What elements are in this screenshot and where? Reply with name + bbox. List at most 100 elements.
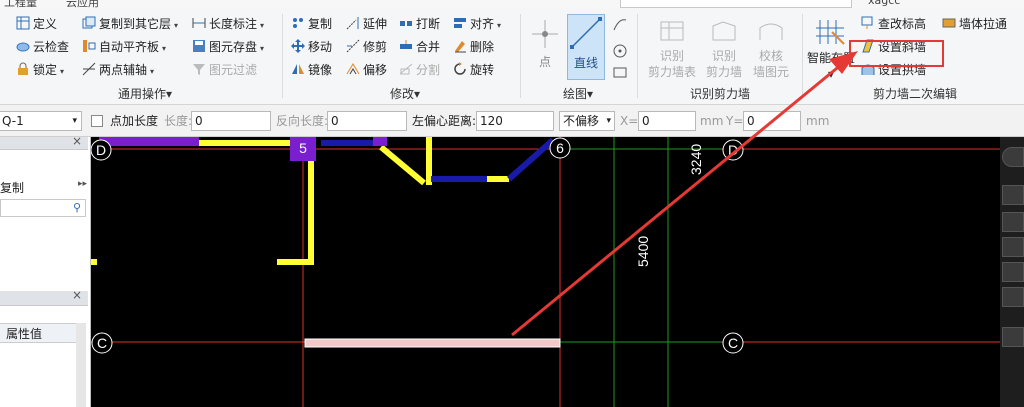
draw-point-button[interactable]: 点: [528, 16, 562, 70]
view-button[interactable]: [1002, 262, 1024, 282]
wall-segment[interactable]: [91, 259, 97, 265]
group-label-modify[interactable]: 修改▾: [360, 86, 450, 102]
group-label-edit2: 剪力墙二次编辑: [872, 87, 957, 101]
search-icon[interactable]: ⚲: [73, 201, 81, 214]
scrollbar[interactable]: [76, 323, 86, 407]
reverse-length-input[interactable]: 0: [327, 111, 407, 131]
group-label-common[interactable]: 通用操作▾: [60, 86, 230, 102]
offset-mode-select[interactable]: 不偏移 ▾: [559, 111, 615, 131]
property-header: 属性值: [0, 323, 76, 343]
merge-button[interactable]: 合并: [399, 37, 440, 57]
cloud-check-button[interactable]: 云检查: [16, 37, 69, 57]
offset-button[interactable]: 偏移: [346, 60, 387, 80]
extend-icon: [346, 16, 360, 30]
filter-button[interactable]: 图元过滤: [192, 60, 257, 80]
left-panel: × 复制 ▸▸ ⚲ × 属性值: [0, 134, 91, 407]
wall-segment[interactable]: [321, 140, 373, 146]
wall-segment[interactable]: [277, 259, 314, 265]
view-button[interactable]: [1002, 327, 1024, 347]
two-point-axis-button[interactable]: 两点辅轴 ▾: [82, 60, 154, 80]
extend-button[interactable]: 延伸: [346, 14, 387, 34]
chevron-down-icon: ▾: [827, 67, 835, 81]
chevron-down-icon: ▾: [260, 21, 265, 30]
identify-wall-table-button[interactable]: 识别 剪力墙表: [646, 18, 698, 80]
split-button[interactable]: 分割: [399, 60, 440, 80]
copy-button[interactable]: 复制: [291, 14, 332, 34]
length-dimension-button[interactable]: 长度标注 ▾: [192, 14, 264, 34]
move-icon: [291, 39, 305, 53]
offset-icon: [346, 62, 360, 76]
reverse-length-label: 反向长度:: [276, 114, 329, 128]
define-button[interactable]: 定义: [16, 14, 57, 34]
rotate-button[interactable]: 旋转: [453, 60, 494, 80]
close-icon[interactable]: ×: [72, 288, 82, 302]
mirror-button[interactable]: 镜像: [291, 60, 332, 80]
check-wall-button[interactable]: 校核 墙图元: [750, 18, 792, 80]
chevron-down-icon: ▾: [606, 116, 611, 126]
copy-to-floor-button[interactable]: 复制到其它层 ▾: [82, 14, 178, 34]
align-button[interactable]: 对齐 ▾: [453, 14, 501, 34]
group-label-draw[interactable]: 绘图▾: [548, 86, 608, 102]
lock-icon: [16, 62, 30, 76]
selected-wall[interactable]: [304, 338, 561, 348]
wall-segment[interactable]: [308, 157, 314, 265]
draw-line-button[interactable]: 直线: [567, 14, 605, 80]
view-cube-icon[interactable]: [1002, 147, 1024, 167]
close-icon[interactable]: ×: [72, 134, 82, 148]
mirror-icon: [291, 62, 305, 76]
save-element-button[interactable]: 图元存盘 ▾: [192, 37, 264, 57]
view-button[interactable]: [1002, 212, 1024, 232]
wall-extend-icon: [942, 16, 956, 30]
move-button[interactable]: 移动: [291, 37, 332, 57]
wall-segment[interactable]: [379, 144, 426, 186]
wall-segment[interactable]: [373, 137, 387, 146]
view-button[interactable]: [1002, 287, 1024, 307]
wall-segment[interactable]: [487, 176, 509, 182]
chevron-down-icon: ▾: [165, 87, 173, 101]
length-input[interactable]: 0: [191, 111, 271, 131]
left-offset-input[interactable]: 120: [476, 111, 554, 131]
wall-segment[interactable]: [431, 176, 491, 182]
component-select[interactable]: Q-1 ▾: [0, 111, 82, 131]
svg-text:5: 5: [299, 140, 307, 156]
expand-icon[interactable]: ▸▸: [78, 179, 87, 189]
chevron-down-icon: ▾: [174, 21, 179, 30]
panel-titlebar: ×: [0, 134, 88, 150]
wall-segment[interactable]: [507, 137, 555, 182]
panel-tab-label[interactable]: 复制: [0, 179, 24, 196]
delete-button[interactable]: 删除: [453, 37, 494, 57]
identify-wall-button[interactable]: 识别 剪力墙: [704, 18, 744, 80]
line-icon: [570, 17, 602, 49]
edit-elevation-button[interactable]: 查改标高: [861, 14, 926, 34]
trim-icon: [346, 39, 360, 53]
view-button[interactable]: [1002, 185, 1024, 205]
chevron-down-icon: ▾: [260, 44, 265, 53]
lock-button[interactable]: 锁定 ▾: [16, 60, 64, 80]
x-input[interactable]: 0: [638, 111, 696, 131]
wall-extend-button[interactable]: 墙体拉通: [942, 14, 1007, 34]
smart-layout-icon: [816, 20, 845, 45]
menu-tab-quantity[interactable]: 工程量: [4, 0, 37, 8]
y-input[interactable]: 0: [743, 111, 801, 131]
view-button[interactable]: [1002, 237, 1024, 257]
user-name: xagcc: [868, 0, 901, 7]
break-button[interactable]: 打断: [399, 14, 440, 34]
add-length-checkbox[interactable]: [91, 115, 103, 127]
drawing-canvas[interactable]: D D C C 6 5 3240 5400: [91, 137, 1000, 407]
panel-search-input[interactable]: ⚲: [0, 199, 86, 217]
menu-tab-cloud[interactable]: 云应用: [66, 0, 99, 8]
copy-floor-icon: [82, 16, 96, 30]
group-divider: [802, 14, 803, 98]
x-label: X=: [620, 114, 639, 128]
wall-segment[interactable]: [99, 137, 199, 146]
search-input[interactable]: [620, 0, 852, 8]
trim-button[interactable]: 修剪: [346, 37, 387, 57]
auto-align-slab-button[interactable]: 自动平齐板 ▾: [82, 37, 166, 57]
x-unit: mm: [700, 114, 724, 128]
axis-bubble-d-right: D: [722, 139, 744, 161]
check-wall-icon: [759, 23, 783, 40]
axis-bubble-d-left: D: [91, 139, 112, 161]
cloud-icon: [16, 39, 30, 53]
chevron-down-icon: ▾: [72, 116, 77, 126]
wall-segment[interactable]: [199, 140, 299, 146]
